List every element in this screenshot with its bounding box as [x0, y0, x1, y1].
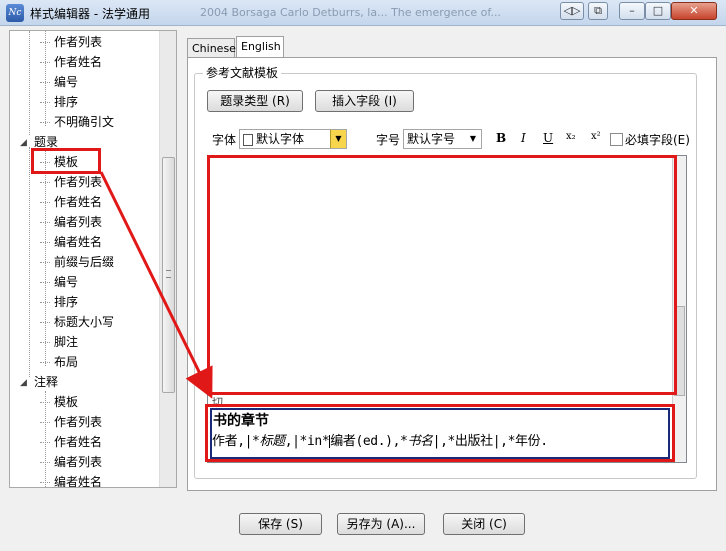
groupbox-title: 参考文献模板	[203, 64, 282, 81]
insert-field-button[interactable]: 插入字段 (I)	[315, 90, 414, 112]
tab-chinese[interactable]: Chinese	[187, 38, 236, 58]
tree-scroll-thumb[interactable]	[162, 157, 175, 393]
underline-button[interactable]: U	[543, 131, 553, 145]
chevron-down-icon: ▼	[330, 130, 346, 148]
tree-line	[45, 31, 46, 126]
bold-button[interactable]: B	[496, 131, 506, 145]
tree-item[interactable]: 作者列表	[40, 33, 102, 51]
chevron-down-icon: ▼	[469, 134, 477, 143]
tree-item[interactable]: 编者列表	[40, 453, 102, 471]
tree-item[interactable]: 脚注	[40, 333, 78, 351]
tree-item[interactable]: 编者列表	[40, 213, 102, 231]
save-as-button[interactable]: 另存为 (A)...	[337, 513, 425, 535]
tree-item[interactable]: 前缀与后缀	[40, 253, 114, 271]
reference-type-button[interactable]: 题录类型 (R)	[207, 90, 303, 112]
required-field-label: 必填字段(E)	[625, 133, 690, 147]
tree-item[interactable]: 编号	[40, 273, 78, 291]
template-line[interactable]: 作者,|*标题,|*in*编者(ed.),*书名|,*出版社|,*年份.	[212, 430, 548, 449]
tree-line	[45, 151, 46, 366]
size-select[interactable]: 默认字号 ▼	[403, 129, 482, 149]
tree-item[interactable]: 作者列表	[40, 173, 102, 191]
tree-item[interactable]: 作者姓名	[40, 433, 102, 451]
tree-item[interactable]: 作者列表	[40, 413, 102, 431]
superscript-button[interactable]: x²	[591, 131, 601, 142]
template-section-title: 书的章节	[213, 413, 269, 429]
maximize-button[interactable]: □	[645, 2, 671, 20]
tree-group-notes[interactable]: 注释	[34, 373, 58, 391]
nav-arrows-icon[interactable]: ◁▷	[560, 2, 584, 20]
tree-item[interactable]: 布局	[40, 353, 78, 371]
subscript-button[interactable]: x₂	[566, 131, 576, 142]
required-field-checkbox[interactable]	[610, 133, 623, 146]
tree-item[interactable]: 排序	[40, 293, 78, 311]
annotation-box-editor-top	[207, 155, 677, 395]
restore-view-icon[interactable]: ⧉	[588, 2, 608, 20]
window-titlebar: Nc 样式编辑器 - 法学通用 2004 Borsaga Carlo Detbu…	[0, 0, 726, 26]
tree-item[interactable]: 不明确引文	[40, 113, 114, 131]
grip-icon	[166, 270, 171, 278]
collapse-toggle-icon[interactable]: ◢	[20, 139, 29, 148]
minimize-button[interactable]: –	[619, 2, 645, 20]
save-button[interactable]: 保存 (S)	[239, 513, 322, 535]
tree-item[interactable]: 作者姓名	[40, 193, 102, 211]
style-tree-panel: 作者列表 作者姓名 编号 排序 不明确引文 ◢ 题录 模板 作者列表 作者姓名 …	[9, 30, 177, 488]
tree-item[interactable]: 编者姓名	[40, 473, 102, 487]
tree-line	[29, 147, 30, 377]
font-icon	[243, 133, 253, 146]
tree-line	[29, 31, 30, 135]
background-window-text: 2004 Borsaga Carlo Detburrs, la... The e…	[200, 6, 501, 19]
collapse-toggle-icon[interactable]: ◢	[20, 379, 29, 388]
tree-item[interactable]: 编号	[40, 73, 78, 91]
size-label: 字号	[376, 133, 401, 147]
font-label: 字体	[212, 133, 237, 147]
italic-button[interactable]: I	[521, 131, 526, 145]
app-icon: Nc	[6, 4, 24, 22]
window-title: 样式编辑器 - 法学通用	[30, 7, 150, 21]
tree-item[interactable]: 编者姓名	[40, 233, 102, 251]
close-window-button[interactable]: ✕	[671, 2, 717, 20]
tree-line	[45, 391, 46, 487]
tree-item[interactable]: 作者姓名	[40, 53, 102, 71]
tab-english[interactable]: English	[236, 36, 284, 58]
annotation-box-selected-item	[31, 148, 101, 174]
tree-item[interactable]: 标题大小写	[40, 313, 114, 331]
font-select[interactable]: 默认字体 ▼	[239, 129, 347, 149]
tree-scrollbar[interactable]	[159, 31, 176, 487]
tree-item[interactable]: 排序	[40, 93, 78, 111]
tree-item[interactable]: 模板	[40, 393, 78, 411]
close-button[interactable]: 关闭 (C)	[443, 513, 525, 535]
